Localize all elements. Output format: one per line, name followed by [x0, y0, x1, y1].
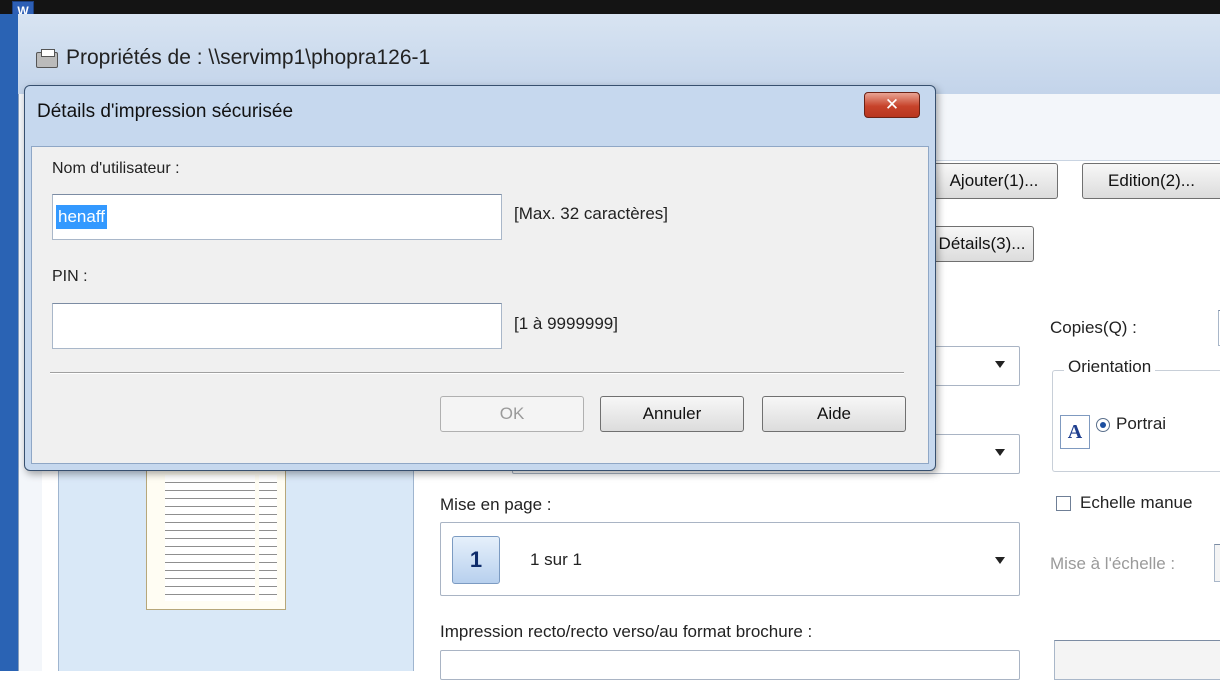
disabled-button-placeholder [1054, 640, 1220, 680]
close-icon[interactable]: ✕ [864, 92, 920, 118]
page-preview-image [146, 470, 286, 610]
preview-text-lines [165, 475, 255, 601]
scale-input[interactable] [1214, 544, 1220, 582]
help-button[interactable]: Aide [762, 396, 906, 432]
page-layout-label: Mise en page : [440, 495, 552, 514]
duplex-select[interactable] [440, 650, 1020, 680]
page-layout-value: 1 sur 1 [530, 550, 582, 569]
manual-scale-label: Echelle manue [1080, 493, 1193, 512]
page-layout-select[interactable] [440, 522, 1020, 596]
username-value: henaff [56, 205, 107, 229]
dialog-separator [50, 372, 904, 374]
background-app-titlebar: W [0, 0, 1220, 21]
edit-button[interactable]: Edition(2)... [1082, 163, 1220, 199]
username-input[interactable] [52, 194, 502, 240]
chevron-down-icon [995, 557, 1005, 564]
properties-window-title: Propriétés de : \\servimp1\phopra126-1 [66, 46, 431, 69]
username-label: Nom d'utilisateur : [52, 160, 180, 177]
background-app-sidebar [0, 14, 18, 671]
add-button[interactable]: Ajouter(1)... [930, 163, 1058, 199]
ok-button[interactable]: OK [440, 396, 584, 432]
cancel-button[interactable]: Annuler [600, 396, 744, 432]
pin-label: PIN : [52, 268, 88, 285]
portrait-orientation-icon: A [1060, 415, 1090, 449]
manual-scale-checkbox[interactable] [1056, 496, 1071, 511]
username-hint: [Max. 32 caractères] [514, 204, 669, 223]
preview-text-lines-column [259, 475, 277, 601]
chevron-down-icon [995, 449, 1005, 456]
portrait-label: Portrai [1116, 414, 1167, 433]
copies-label: Copies(Q) : [1050, 318, 1137, 337]
details-button[interactable]: Détails(3)... [930, 226, 1034, 262]
scale-label: Mise à l'échelle : [1050, 554, 1176, 573]
dialog-title: Détails d'impression sécurisée [37, 101, 294, 122]
duplex-label: Impression recto/recto verso/au format b… [440, 622, 813, 641]
printer-icon [36, 49, 58, 68]
pin-input[interactable] [52, 303, 502, 349]
page-layout-icon: 1 [452, 536, 500, 584]
pin-hint: [1 à 9999999] [514, 314, 618, 333]
portrait-radio[interactable] [1096, 418, 1110, 432]
chevron-down-icon [995, 361, 1005, 368]
orientation-legend: Orientation [1064, 357, 1156, 377]
